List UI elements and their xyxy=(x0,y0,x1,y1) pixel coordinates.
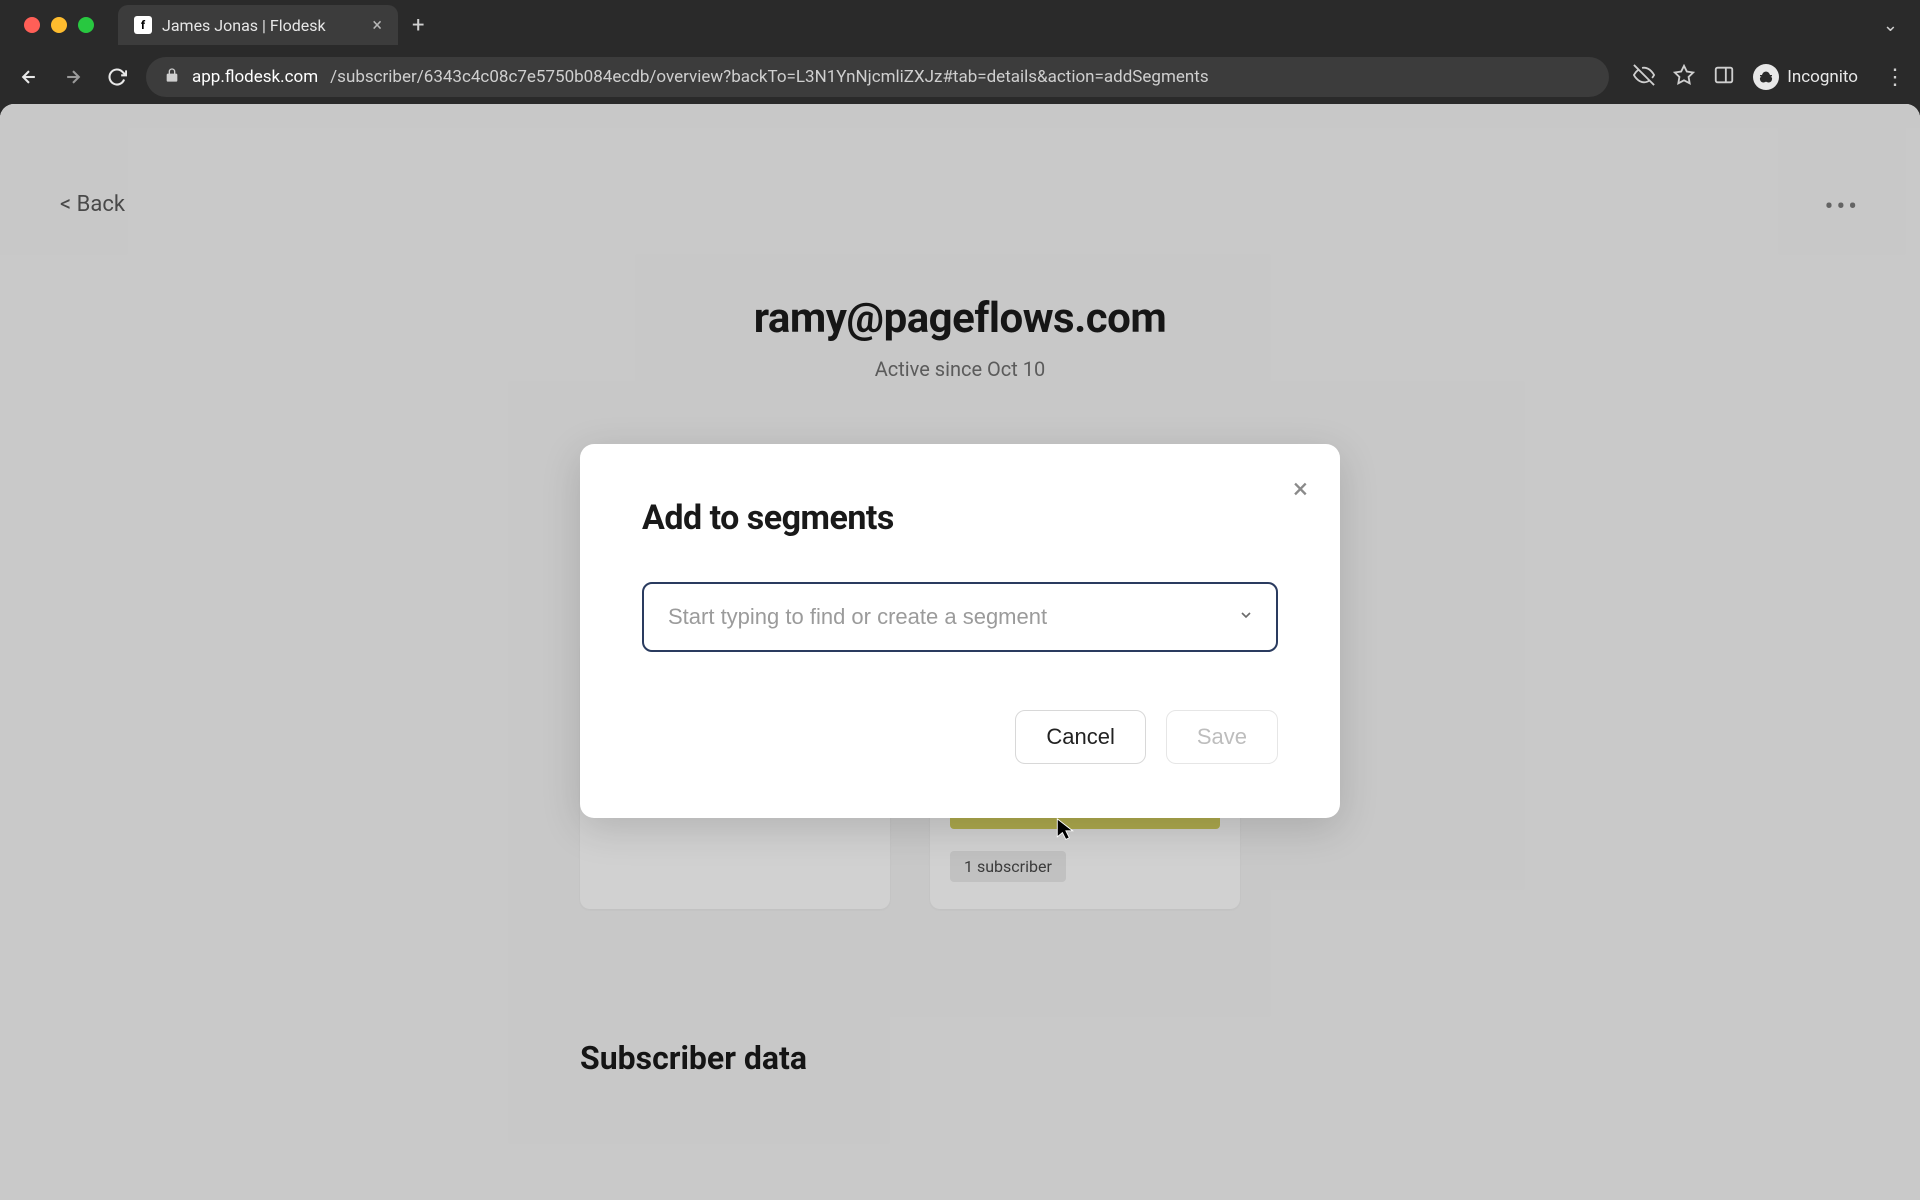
url-host: app.flodesk.com xyxy=(192,67,318,87)
star-icon[interactable] xyxy=(1673,64,1695,91)
chevron-down-icon xyxy=(1238,607,1254,628)
nav-reload-icon[interactable] xyxy=(102,62,132,92)
tab-close-icon[interactable]: × xyxy=(372,15,382,36)
panel-icon[interactable] xyxy=(1713,64,1735,91)
add-to-segments-modal: × Add to segments Cancel Save xyxy=(580,444,1340,818)
url-path: /subscriber/6343c4c08c7e5750b084ecdb/ove… xyxy=(330,67,1208,87)
segment-select[interactable] xyxy=(642,582,1278,652)
window-close-icon[interactable] xyxy=(24,17,40,33)
incognito-icon xyxy=(1753,64,1779,90)
cancel-button[interactable]: Cancel xyxy=(1015,710,1145,764)
browser-tab[interactable]: f James Jonas | Flodesk × xyxy=(118,5,398,45)
nav-forward-icon[interactable] xyxy=(58,62,88,92)
favicon-icon: f xyxy=(134,16,152,34)
save-button[interactable]: Save xyxy=(1166,710,1278,764)
tab-overflow-icon[interactable]: ⌄ xyxy=(1883,15,1908,36)
browser-chrome: f James Jonas | Flodesk × + ⌄ app.flodes… xyxy=(0,0,1920,104)
close-icon[interactable]: × xyxy=(1293,472,1308,505)
window-minimize-icon[interactable] xyxy=(51,17,67,33)
window-controls xyxy=(24,17,94,33)
tab-title: James Jonas | Flodesk xyxy=(162,16,362,35)
new-tab-button[interactable]: + xyxy=(412,13,424,38)
tab-bar: f James Jonas | Flodesk × + ⌄ xyxy=(0,0,1920,50)
incognito-label: Incognito xyxy=(1787,67,1858,87)
modal-title: Add to segments xyxy=(642,498,1278,538)
modal-actions: Cancel Save xyxy=(642,710,1278,764)
incognito-badge[interactable]: Incognito xyxy=(1753,64,1858,90)
url-bar[interactable]: app.flodesk.com/subscriber/6343c4c08c7e5… xyxy=(146,57,1609,97)
window-zoom-icon[interactable] xyxy=(78,17,94,33)
viewport: < Back ••• ramy@pageflows.com Active sin… xyxy=(0,104,1920,1200)
address-bar: app.flodesk.com/subscriber/6343c4c08c7e5… xyxy=(0,50,1920,104)
eye-off-icon[interactable] xyxy=(1633,64,1655,91)
browser-menu-icon[interactable]: ⋮ xyxy=(1884,65,1906,90)
segment-input[interactable] xyxy=(668,604,1252,630)
nav-back-icon[interactable] xyxy=(14,62,44,92)
address-bar-actions: Incognito ⋮ xyxy=(1633,64,1906,91)
lock-icon xyxy=(164,67,180,88)
